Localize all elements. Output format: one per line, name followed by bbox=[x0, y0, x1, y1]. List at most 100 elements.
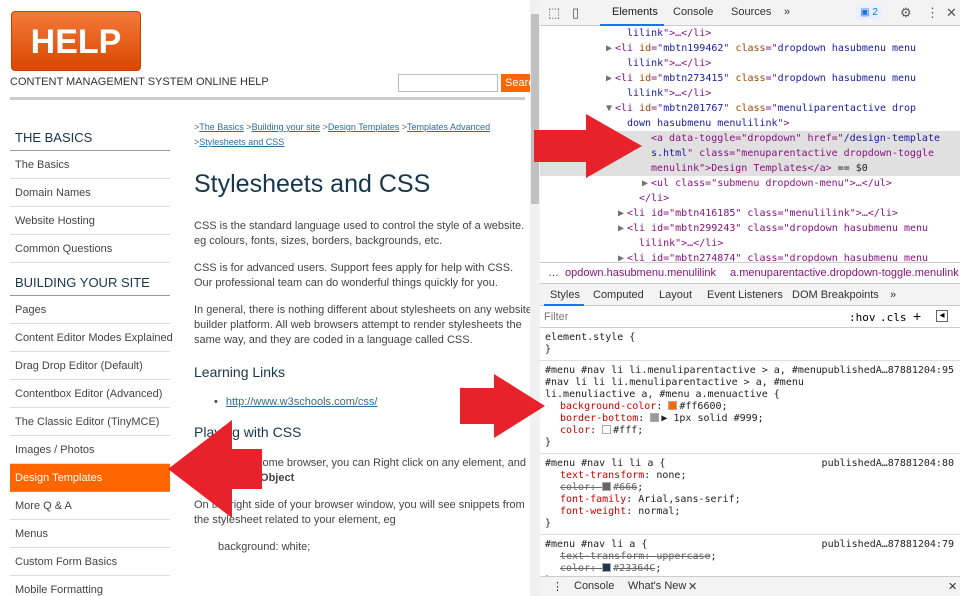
property-value[interactable]: #23364C bbox=[613, 563, 655, 574]
expand-icon[interactable]: ▶ bbox=[606, 41, 615, 56]
tab-console[interactable]: Console bbox=[673, 6, 713, 18]
rule-source-link[interactable]: publishedA…87881204:80 bbox=[822, 458, 954, 470]
sidebar-item[interactable]: Custom Form Basics bbox=[10, 548, 170, 576]
property-value[interactable]: ▶ 1px solid #999 bbox=[661, 413, 757, 424]
color-swatch[interactable] bbox=[650, 413, 660, 422]
expand-icon[interactable]: ▶ bbox=[606, 71, 615, 86]
css-property[interactable]: text-transform: uppercase; bbox=[545, 551, 955, 563]
sidebar-item[interactable]: Pages bbox=[10, 296, 170, 324]
property-name[interactable]: color bbox=[560, 482, 590, 493]
css-property[interactable]: font-weight: normal; bbox=[545, 506, 955, 518]
tab-computed[interactable]: Computed bbox=[593, 289, 644, 301]
dom-node[interactable]: ▶ <li id="mbtn199462" class="dropdown has… bbox=[540, 41, 960, 56]
dom-node[interactable]: <a data-toggle="dropdown" href="/design-… bbox=[540, 131, 960, 146]
rule-selector[interactable]: #nav li li li.menuliparentactive > a, #m… bbox=[545, 377, 955, 389]
dom-node[interactable]: ▶ <li id="mbtn416185" class="menulilink">… bbox=[540, 206, 960, 221]
help-logo[interactable]: HELP bbox=[11, 11, 141, 71]
dom-node[interactable]: ▼ <li id="mbtn201767" class="menuliparent… bbox=[540, 101, 960, 116]
tab-layout[interactable]: Layout bbox=[659, 289, 692, 301]
css-property[interactable]: color: #fff; bbox=[545, 425, 955, 437]
sidebar-item[interactable]: Menus bbox=[10, 520, 170, 548]
sidebar-item[interactable]: Common Questions bbox=[10, 235, 170, 263]
new-rule-icon[interactable]: + bbox=[913, 308, 921, 324]
property-value[interactable]: #ff6600 bbox=[679, 401, 721, 412]
kebab-menu-icon[interactable]: ⋮ bbox=[926, 5, 939, 21]
rule-source-link[interactable]: publishedA…87881204:79 bbox=[822, 539, 954, 551]
property-name[interactable]: font-weight bbox=[560, 506, 626, 517]
expand-icon[interactable]: ▶ bbox=[618, 221, 627, 236]
rule-source-link[interactable]: publishedA…87881204:95 bbox=[822, 365, 954, 377]
breadcrumb-link[interactable]: Building your site bbox=[252, 122, 321, 132]
drawer-tab-console[interactable]: Console bbox=[574, 580, 614, 592]
crumb-item[interactable]: opdown.hasubmenu.menulilink bbox=[565, 267, 716, 279]
dom-node[interactable]: lilink">…</li> bbox=[540, 56, 960, 71]
css-property[interactable]: background-color: #ff6600; bbox=[545, 401, 955, 413]
sidebar-item[interactable]: Contentbox Editor (Advanced) bbox=[10, 380, 170, 408]
w3schools-link[interactable]: http://www.w3schools.com/css/ bbox=[214, 396, 530, 408]
sidebar-item[interactable]: The Basics bbox=[10, 151, 170, 179]
dom-node[interactable]: ▶ <ul class="submenu dropdown-menu">…</ul… bbox=[540, 176, 960, 191]
device-toolbar-icon[interactable]: ▯ bbox=[572, 5, 579, 21]
sidebar-item[interactable]: More Q & A bbox=[10, 492, 170, 520]
property-name[interactable]: background-color bbox=[560, 401, 656, 412]
search-button[interactable]: Search bbox=[501, 74, 530, 92]
drawer-menu-icon[interactable]: ⋮ bbox=[552, 580, 563, 593]
dom-node[interactable]: down hasubmenu menulilink"> bbox=[540, 116, 960, 131]
dom-node[interactable]: lilink">…</li> bbox=[540, 26, 960, 41]
hover-state-toggle[interactable]: :hov bbox=[849, 311, 876, 324]
dom-node[interactable]: ▶ <li id="mbtn273415" class="dropdown has… bbox=[540, 71, 960, 86]
property-value[interactable]: Arial,sans-serif bbox=[638, 494, 734, 505]
css-property[interactable]: border-bottom: ▶ 1px solid #999; bbox=[545, 413, 955, 425]
expand-icon[interactable]: ▶ bbox=[642, 176, 651, 191]
tab-elements[interactable]: Elements bbox=[612, 6, 658, 18]
sidebar-item[interactable]: Website Hosting bbox=[10, 207, 170, 235]
breadcrumb-link[interactable]: The Basics bbox=[199, 122, 244, 132]
color-swatch[interactable] bbox=[668, 401, 678, 410]
dom-node[interactable]: menulink">Design Templates</a> == $0 bbox=[540, 161, 960, 176]
css-property[interactable]: color: #23364C; bbox=[545, 563, 955, 575]
more-tabs-icon[interactable]: » bbox=[784, 6, 790, 18]
elements-tree[interactable]: lilink">…</li> ▶ <li id="mbtn199462" class… bbox=[540, 26, 960, 262]
drawer-tab-whats-new[interactable]: What's New bbox=[628, 580, 686, 592]
ellipsis[interactable]: … bbox=[540, 267, 565, 279]
expand-icon[interactable]: ▶ bbox=[618, 251, 627, 262]
property-name[interactable]: text-transform bbox=[560, 551, 644, 562]
breadcrumb-link[interactable]: Stylesheets and CSS bbox=[199, 137, 284, 147]
search-input[interactable] bbox=[398, 74, 498, 92]
sidebar-item[interactable]: The Classic Editor (TinyMCE) bbox=[10, 408, 170, 436]
expand-icon[interactable]: ▶ bbox=[618, 206, 627, 221]
color-swatch[interactable] bbox=[602, 482, 612, 491]
expand-icon[interactable]: ▼ bbox=[606, 101, 615, 116]
breadcrumb-link[interactable]: Templates Advanced bbox=[407, 122, 490, 132]
sidebar-item[interactable]: Drag Drop Editor (Default) bbox=[10, 352, 170, 380]
gear-icon[interactable]: ⚙ bbox=[900, 5, 912, 21]
tab-event-listeners[interactable]: Event Listeners bbox=[707, 289, 783, 301]
scrollbar-thumb[interactable] bbox=[531, 14, 539, 204]
dom-node[interactable]: ▶ <li id="mbtn299243" class="dropdown has… bbox=[540, 221, 960, 236]
property-value[interactable]: uppercase bbox=[656, 551, 710, 562]
issues-badge[interactable]: ▣ 2 bbox=[856, 5, 882, 20]
property-name[interactable]: color bbox=[560, 425, 590, 436]
rule-selector[interactable]: element.style { bbox=[545, 332, 955, 344]
css-property[interactable]: text-transform: none; bbox=[545, 470, 955, 482]
color-swatch[interactable] bbox=[602, 425, 612, 434]
color-swatch[interactable] bbox=[602, 563, 612, 572]
property-name[interactable]: color bbox=[560, 563, 590, 574]
sidebar-item[interactable]: Images / Photos bbox=[10, 436, 170, 464]
class-toggle[interactable]: .cls bbox=[880, 311, 907, 324]
filter-input[interactable] bbox=[544, 309, 834, 325]
sidebar-toggle-icon[interactable]: ◂ bbox=[936, 310, 948, 322]
dom-node[interactable]: ▶ <li id="mbtn274874" class="dropdown has… bbox=[540, 251, 960, 262]
close-drawer-icon[interactable]: ✕ bbox=[948, 580, 957, 593]
sidebar-item[interactable]: Domain Names bbox=[10, 179, 170, 207]
dom-node[interactable]: </li> bbox=[540, 191, 960, 206]
crumb-item-selected[interactable]: a.menuparentactive.dropdown-toggle.menul… bbox=[716, 267, 959, 279]
close-icon[interactable]: ✕ bbox=[688, 580, 697, 593]
sidebar-item[interactable]: Design Templates bbox=[10, 464, 170, 492]
tab-styles[interactable]: Styles bbox=[550, 289, 580, 301]
css-property[interactable]: color: #666; bbox=[545, 482, 955, 494]
close-icon[interactable]: ✕ bbox=[946, 5, 957, 21]
property-value[interactable]: #666 bbox=[613, 482, 637, 493]
property-name[interactable]: border-bottom bbox=[560, 413, 638, 424]
breadcrumb-link[interactable]: Design Templates bbox=[328, 122, 399, 132]
